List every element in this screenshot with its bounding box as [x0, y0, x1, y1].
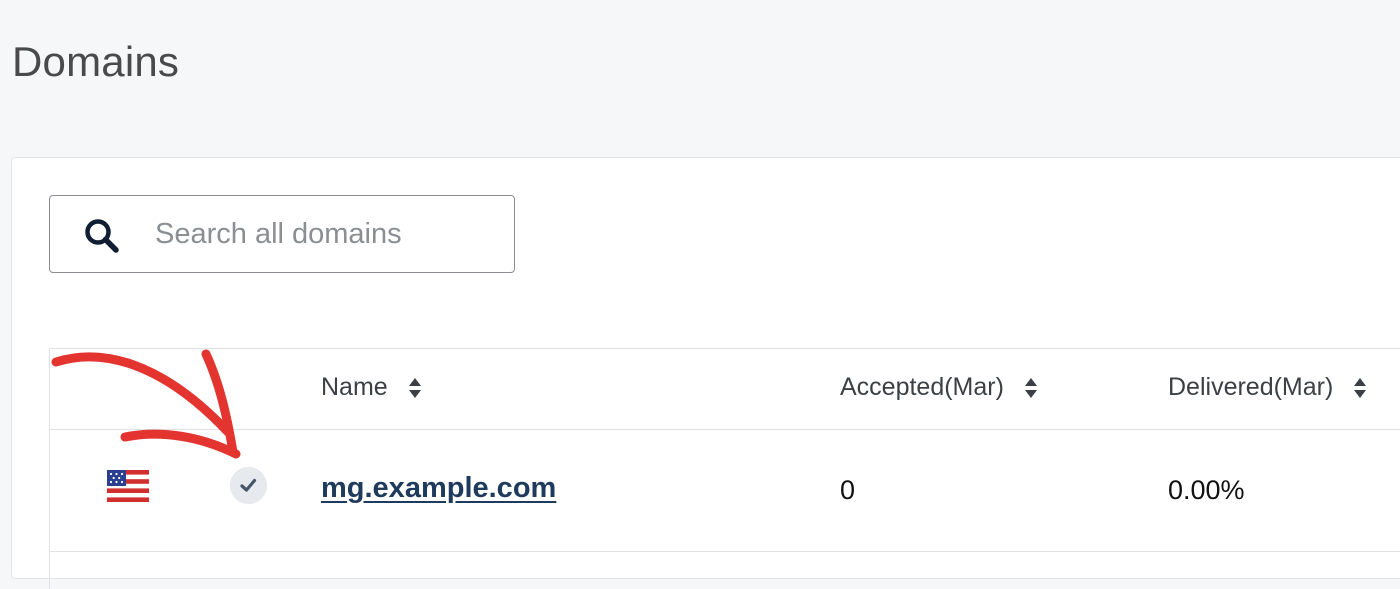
- column-header-delivered[interactable]: Delivered(Mar): [1168, 373, 1367, 402]
- table-header: Name Accepted(Mar) Delivered(Mar): [50, 349, 1400, 430]
- sort-icon[interactable]: [1024, 377, 1038, 399]
- table-row: mg.example.com 0 0.00%: [50, 430, 1400, 552]
- search-icon[interactable]: [84, 218, 120, 254]
- accepted-count: 0: [840, 475, 856, 505]
- domain-name-link[interactable]: mg.example.com: [321, 472, 556, 505]
- column-header-label: Name: [321, 373, 388, 401]
- search-box[interactable]: [49, 195, 515, 273]
- column-header-label: Delivered(Mar): [1168, 373, 1334, 401]
- column-header-label: Accepted(Mar): [840, 373, 1004, 401]
- sort-icon[interactable]: [408, 377, 422, 399]
- verified-check-icon: [230, 467, 267, 504]
- domains-panel: Name Accepted(Mar) Delivered(Mar): [11, 157, 1400, 589]
- column-header-name[interactable]: Name: [321, 373, 422, 402]
- us-flag-icon: [107, 470, 149, 502]
- sort-icon[interactable]: [1353, 377, 1367, 399]
- domains-table: Name Accepted(Mar) Delivered(Mar) mg.exa…: [49, 348, 1400, 589]
- search-input[interactable]: [155, 210, 495, 258]
- delivered-rate: 0.00%: [1168, 475, 1245, 505]
- page-title: Domains: [12, 38, 180, 85]
- column-header-accepted[interactable]: Accepted(Mar): [840, 373, 1038, 402]
